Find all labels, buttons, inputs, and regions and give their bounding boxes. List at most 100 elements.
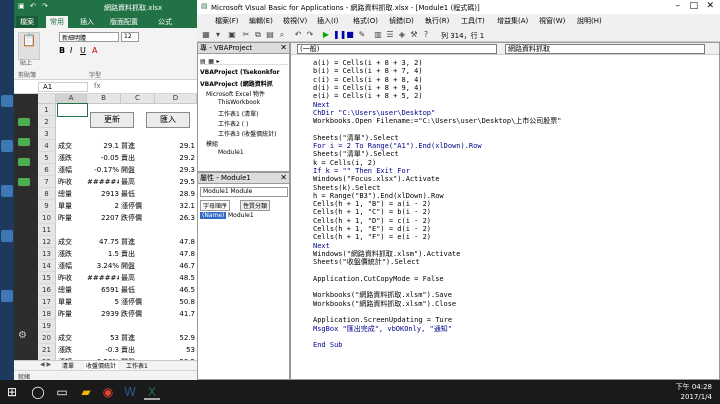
table-cell[interactable]: 成交 xyxy=(58,332,87,344)
tree-node-folder[interactable]: 模組 xyxy=(206,139,218,148)
object-select[interactable]: (一般) xyxy=(297,44,497,54)
props-value[interactable]: Module1 xyxy=(228,212,254,219)
close-icon[interactable]: ✕ xyxy=(280,43,287,52)
minimize-icon[interactable]: – xyxy=(676,1,681,11)
sheet-nav-icon[interactable]: ◀ ▶ xyxy=(40,361,51,368)
table-cell[interactable]: 41.7 xyxy=(155,308,195,320)
help-icon[interactable]: ? xyxy=(421,30,431,40)
table-cell[interactable]: 買進 xyxy=(121,332,153,344)
code-line[interactable]: Cells(h + 1, "C") = b(i - 2) xyxy=(313,208,431,216)
code-line[interactable]: End Sub xyxy=(313,341,343,349)
table-cell[interactable]: 總量 xyxy=(58,188,87,200)
table-cell[interactable] xyxy=(58,116,87,128)
clock[interactable]: 下午 04:28 2017/1/4 xyxy=(676,382,712,402)
menu-debug[interactable]: 偵錯(D) xyxy=(389,16,414,26)
toolbox-icon[interactable]: ⚒ xyxy=(409,30,419,40)
table-cell[interactable]: 29.1 xyxy=(155,140,195,152)
tab-file[interactable]: 檔案 xyxy=(16,16,38,28)
desktop-icon[interactable] xyxy=(18,178,30,186)
tree-node-sheet[interactable]: 工作表3 (收盤價統計) xyxy=(218,129,276,138)
row-header[interactable]: 20 xyxy=(38,332,56,344)
menu-run[interactable]: 執行(R) xyxy=(425,16,449,26)
table-cell[interactable]: 漲停價 xyxy=(121,296,153,308)
select-all-corner[interactable] xyxy=(38,94,56,104)
code-line[interactable]: Workbooks("網路資料抓取.xlsm").Close xyxy=(313,300,456,308)
save-icon[interactable]: ▣ xyxy=(227,30,237,40)
table-cell[interactable]: 跌停價 xyxy=(121,308,153,320)
row-header[interactable]: 6 xyxy=(38,164,56,176)
run-icon[interactable]: ▶ xyxy=(321,30,331,40)
find-icon[interactable]: ⌕ xyxy=(277,30,287,40)
tab-formulas[interactable]: 公式 xyxy=(154,16,176,28)
code-line[interactable]: b(i) = Cells(i + 8 + 7, 4) xyxy=(313,67,423,75)
table-cell[interactable]: 賣出 xyxy=(121,344,153,356)
table-cell[interactable]: 漲停價 xyxy=(121,200,153,212)
name-box[interactable]: A1 xyxy=(38,82,88,92)
table-cell[interactable]: 46.5 xyxy=(155,284,195,296)
table-cell[interactable]: -0.05 xyxy=(87,152,119,164)
pause-icon[interactable]: ❚❚ xyxy=(333,30,346,40)
table-cell[interactable]: 總量 xyxy=(58,284,87,296)
gear-icon[interactable]: ⚙ xyxy=(18,330,30,342)
table-cell[interactable]: 最高 xyxy=(121,176,153,188)
desktop-icon[interactable] xyxy=(18,138,30,146)
table-cell[interactable]: 2939 xyxy=(87,308,119,320)
tab-home[interactable]: 常用 xyxy=(46,16,68,28)
column-header[interactable]: D xyxy=(155,94,197,104)
props-key[interactable]: (Name) xyxy=(200,212,227,219)
row-header[interactable]: 18 xyxy=(38,308,56,320)
table-cell[interactable] xyxy=(87,128,119,140)
code-line[interactable]: Cells(h + 1, "E") = d(i - 2) xyxy=(313,225,431,233)
tree-node-folder[interactable]: Microsoft Excel 物件 xyxy=(206,89,265,98)
paste-icon[interactable]: ▤ xyxy=(265,30,275,40)
table-cell[interactable]: 29.3 xyxy=(155,164,195,176)
table-cell[interactable]: 成交 xyxy=(58,236,87,248)
save-icon[interactable]: ▣ xyxy=(18,2,25,10)
table-cell[interactable]: 成交 xyxy=(58,140,87,152)
table-cell[interactable]: 買進 xyxy=(121,236,153,248)
menu-file[interactable]: 檔案(F) xyxy=(215,16,239,26)
table-cell[interactable]: 52.9 xyxy=(155,332,195,344)
table-cell[interactable] xyxy=(121,128,153,140)
menu-edit[interactable]: 編輯(E) xyxy=(249,16,273,26)
props-tab-alphabetic[interactable]: 字母順序 xyxy=(200,200,231,211)
table-cell[interactable]: 47.75 xyxy=(87,236,119,248)
desktop-icon[interactable] xyxy=(1,95,13,107)
table-cell[interactable]: 2 xyxy=(87,200,119,212)
table-cell[interactable]: 昨量 xyxy=(58,308,87,320)
row-header[interactable]: 21 xyxy=(38,344,56,356)
redo-icon[interactable]: ↷ xyxy=(305,30,315,40)
excel-taskbar-icon[interactable]: X xyxy=(144,384,160,400)
table-cell[interactable] xyxy=(58,320,87,332)
row-header[interactable]: 7 xyxy=(38,176,56,188)
chrome-icon[interactable]: ◉ xyxy=(100,384,116,400)
table-cell[interactable] xyxy=(87,224,119,236)
table-cell[interactable]: 32.1 xyxy=(155,200,195,212)
props-tab-categorized[interactable]: 性質分類 xyxy=(240,200,271,211)
table-cell[interactable]: 6591 xyxy=(87,284,119,296)
table-cell[interactable]: 3.24% xyxy=(87,260,119,272)
cortana-icon[interactable]: ◯ xyxy=(30,384,46,400)
toggle-folders-icon[interactable]: ▸ xyxy=(216,58,219,65)
excel-icon[interactable]: ▦ xyxy=(201,30,211,40)
desktop-icon[interactable] xyxy=(1,140,13,152)
project-explorer-icon[interactable]: ▥ xyxy=(373,30,383,40)
code-line[interactable]: ChDir "C:\Users\user\Desktop" xyxy=(313,109,435,117)
italic-button[interactable]: I xyxy=(70,46,72,55)
table-cell[interactable]: -0.3 xyxy=(87,344,119,356)
tree-node-workbook[interactable]: ThisWorkbook xyxy=(218,99,260,106)
props-object-select[interactable]: Module1 Module xyxy=(200,187,288,197)
tree-node-sheet[interactable]: 工作表2 ( ) xyxy=(218,119,248,128)
font-size-select[interactable]: 12 xyxy=(121,32,139,42)
row-header[interactable]: 4 xyxy=(38,140,56,152)
table-cell[interactable]: 最低 xyxy=(121,284,153,296)
table-cell[interactable]: 漲跌 xyxy=(58,152,87,164)
table-cell[interactable]: 開盤 xyxy=(121,164,153,176)
table-cell[interactable]: 開盤 xyxy=(121,260,153,272)
sheet-tab-active[interactable]: 收盤價統計 xyxy=(84,361,119,370)
row-header[interactable]: 15 xyxy=(38,272,56,284)
table-cell[interactable]: 28.9 xyxy=(155,188,195,200)
row-header[interactable]: 9 xyxy=(38,200,56,212)
table-cell[interactable]: 單量 xyxy=(58,200,87,212)
sheet-tab[interactable]: 工作表1 xyxy=(126,361,148,370)
